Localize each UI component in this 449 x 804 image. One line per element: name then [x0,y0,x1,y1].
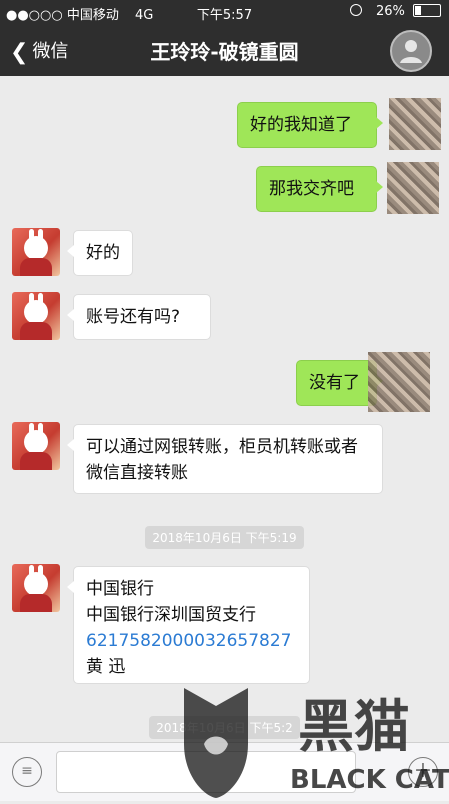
status-right: 26% [349,4,441,19]
message-text: 账号还有吗? [86,307,181,327]
voice-button[interactable]: ≡ [12,757,42,787]
message-text: 好的我知道了 [250,115,352,135]
battery-icon [413,4,441,17]
message-bubble-in[interactable]: 好的 [67,230,133,276]
battery-percent: 26% [375,4,405,19]
contact-avatar[interactable] [12,422,60,470]
message-text: 好的 [86,243,120,263]
message-bubble-out[interactable]: 好的我知道了 [237,102,383,148]
message-bubble-out[interactable]: 那我交齐吧 [256,166,383,212]
message-text: 没有了 [309,373,360,393]
message-input[interactable] [56,751,356,793]
status-bar: ●●○○○ 中国移动 4G 下午5:57 26% [0,0,449,24]
timestamp-label: 2018年10月6日 下午5:19 [145,526,304,549]
plus-icon: + [413,758,433,783]
message-bubble-in[interactable]: 中国银行 中国银行深圳国贸支行 6217582000032657827 黄 迅 [67,566,310,684]
bank-branch: 中国银行深圳国贸支行 [86,605,256,625]
nav-bar: ❮ 微信 王玲玲-破镜重圆 [0,24,449,76]
message-bubble-in[interactable]: 账号还有吗? [67,294,211,340]
message-text: 可以通过网银转账，柜员机转账或者微信直接转账 [86,437,358,483]
profile-button[interactable] [376,28,444,74]
bank-name: 中国银行 [86,579,154,599]
message-bubble-in[interactable]: 可以通过网银转账，柜员机转账或者微信直接转账 [67,424,383,494]
contact-avatar[interactable] [12,564,60,612]
voice-icon: ≡ [21,763,33,779]
account-number-link[interactable]: 6217582000032657827 [86,628,297,654]
message-text: 那我交齐吧 [269,179,354,199]
self-avatar[interactable] [387,162,439,214]
message-bubble-out[interactable]: 没有了 [296,360,383,406]
self-avatar[interactable] [389,98,441,150]
profile-icon [390,30,432,72]
account-holder: 黄 迅 [86,657,126,677]
timestamp-label: 2018年10月6日 下午5:2 [149,716,300,739]
timestamp: 2018年10月6日 下午5:19 [0,526,449,549]
contact-avatar[interactable] [12,228,60,276]
alarm-icon [349,4,362,16]
self-avatar[interactable] [368,352,430,412]
timestamp: 2018年10月6日 下午5:2 [0,716,449,739]
input-bar: ≡ + [0,742,449,801]
plus-button[interactable]: + [408,757,438,787]
contact-avatar[interactable] [12,292,60,340]
